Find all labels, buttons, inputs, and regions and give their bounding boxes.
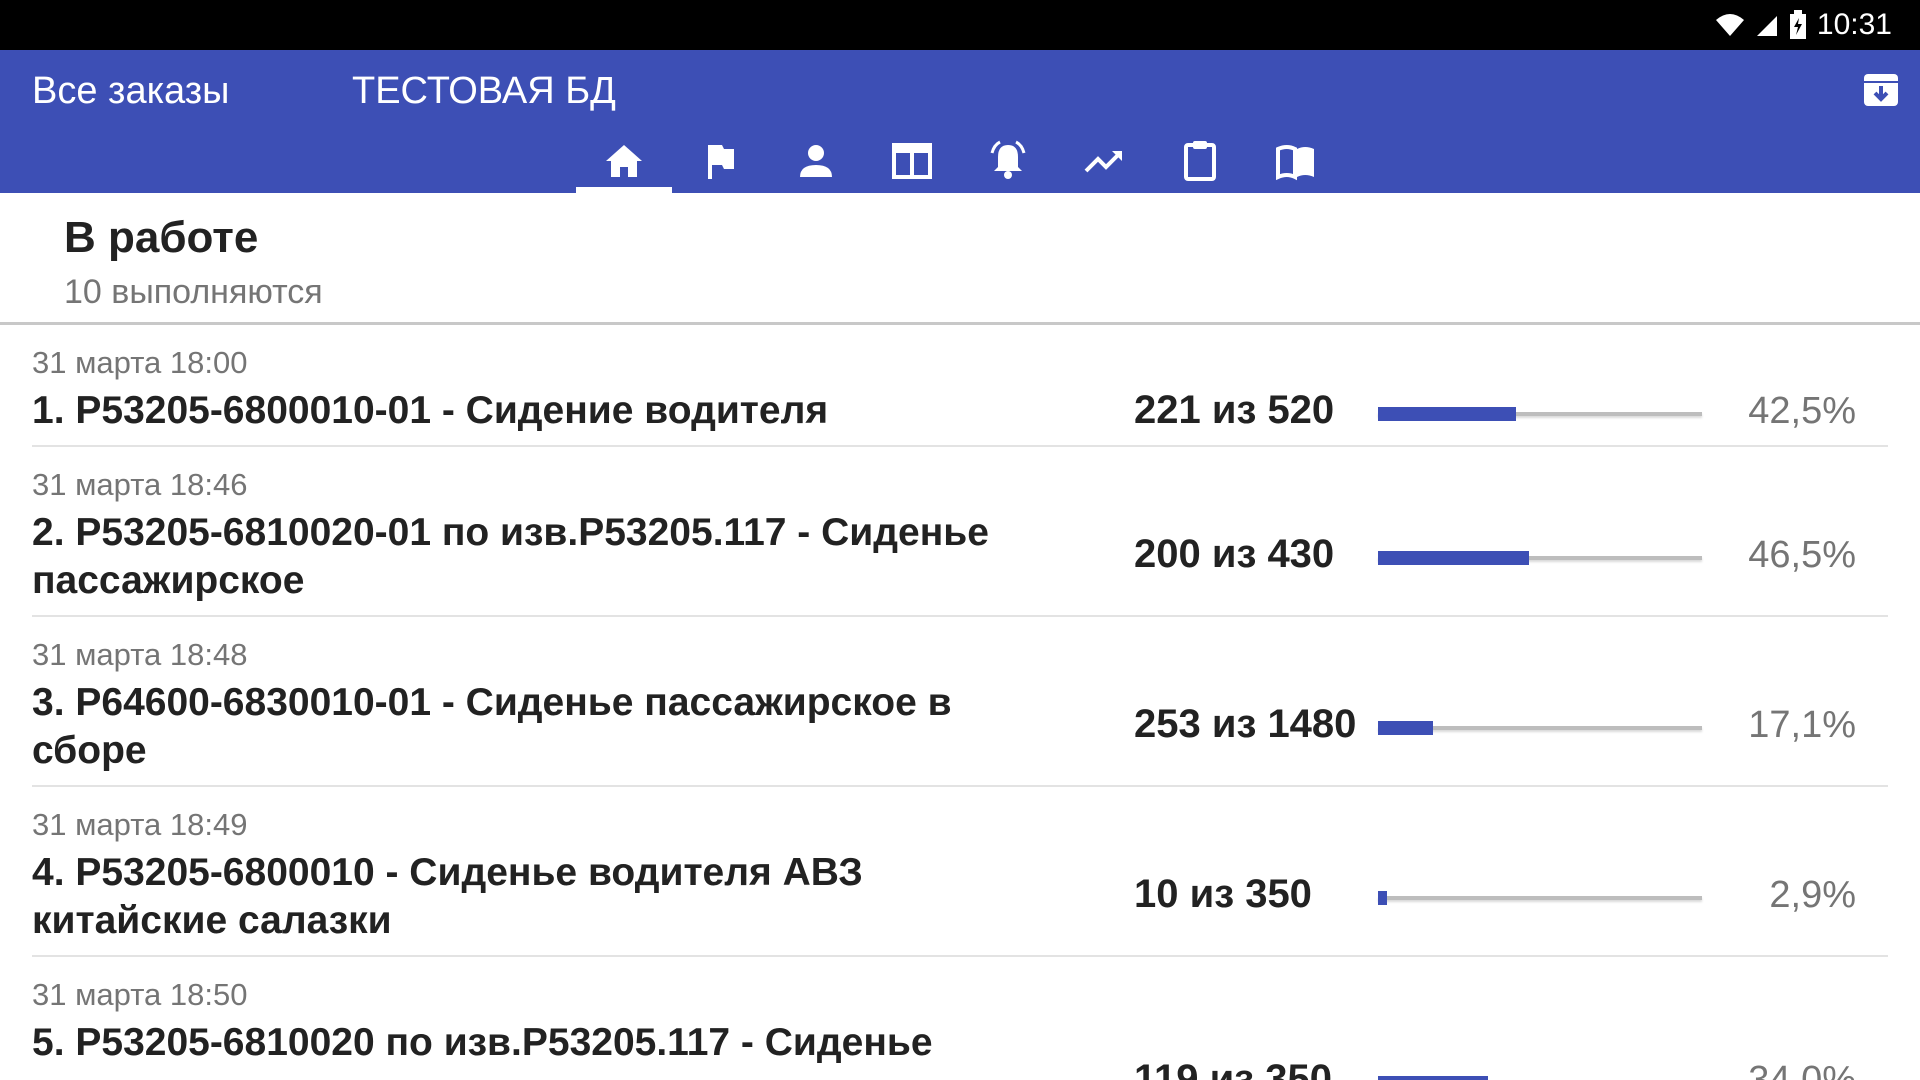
tab-clipboard[interactable]	[1152, 128, 1248, 193]
order-name: 4. Р53205-6800010 - Сиденье водителя АВЗ…	[32, 851, 863, 942]
tab-book[interactable]	[1248, 128, 1344, 193]
order-date: 31 марта 18:00	[32, 345, 248, 380]
progress-fill	[1378, 407, 1516, 421]
section-title: В работе	[64, 213, 259, 262]
order-quantity: 119 из 350	[1134, 1057, 1332, 1080]
progress-fill	[1378, 1076, 1489, 1080]
order-quantity: 200 из 430	[1134, 532, 1335, 576]
status-bar: 10:31	[0, 0, 1920, 50]
order-quantity: 221 из 520	[1134, 388, 1335, 432]
order-percent: 17,1%	[1748, 704, 1856, 746]
tab-bar	[576, 128, 1344, 193]
section-header: В работе 10 выполняются	[0, 193, 1920, 325]
flag-icon	[708, 144, 734, 179]
order-percent: 2,9%	[1769, 874, 1856, 916]
tab-trending[interactable]	[1056, 128, 1152, 193]
clock: 10:31	[1816, 8, 1892, 41]
order-name: 3. Р64600-6830010-01 - Сиденье пассажирс…	[32, 681, 952, 772]
database-name: ТЕСТОВАЯ БД	[352, 70, 616, 112]
order-row[interactable]: 31 марта 18:50 5. Р53205-6810020 по изв.…	[32, 957, 1888, 1080]
order-row[interactable]: 31 марта 18:48 3. Р64600-6830010-01 - Си…	[32, 617, 1888, 787]
progress-bar	[1378, 721, 1702, 735]
order-row[interactable]: 31 марта 18:46 2. Р53205-6810020-01 по и…	[32, 447, 1888, 617]
progress-bar	[1378, 407, 1702, 421]
progress-fill	[1378, 551, 1529, 565]
order-percent: 34,0%	[1748, 1059, 1856, 1080]
signal-icon	[1756, 16, 1777, 36]
order-name: 1. Р53205-6800010-01 - Сидение водителя	[32, 389, 829, 432]
tab-window[interactable]	[864, 128, 960, 193]
order-date: 31 марта 18:48	[32, 637, 248, 672]
order-percent: 46,5%	[1748, 534, 1856, 576]
home-icon	[606, 144, 642, 177]
progress-bar	[1378, 891, 1702, 905]
order-name: 5. Р53205-6810020 по изв.Р53205.117 - Си…	[32, 1021, 933, 1064]
section-subtitle: 10 выполняются	[64, 273, 323, 311]
order-date: 31 марта 18:46	[32, 467, 248, 502]
app-bar: Все заказы ТЕСТОВАЯ БД	[0, 50, 1920, 193]
orders-list[interactable]: 31 марта 18:00 1. Р53205-6800010-01 - Си…	[0, 325, 1920, 1080]
app-title[interactable]: Все заказы	[32, 70, 230, 113]
book-icon	[1276, 144, 1314, 180]
order-row[interactable]: 31 марта 18:00 1. Р53205-6800010-01 - Си…	[32, 325, 1888, 447]
tab-alarm[interactable]	[960, 128, 1056, 193]
tab-person[interactable]	[768, 128, 864, 193]
tab-flag[interactable]	[672, 128, 768, 193]
trending-up-icon	[1084, 150, 1122, 172]
alarm-icon	[990, 140, 1026, 179]
order-quantity: 253 из 1480	[1134, 702, 1357, 746]
window-icon	[892, 142, 932, 179]
order-quantity: 10 из 350	[1134, 872, 1312, 916]
order-percent: 42,5%	[1748, 390, 1856, 432]
wifi-icon	[1715, 14, 1744, 36]
archive-icon[interactable]	[1862, 70, 1900, 108]
tab-home[interactable]	[576, 128, 672, 193]
clipboard-icon	[1184, 140, 1216, 181]
battery-charging-icon	[1789, 10, 1806, 39]
order-date: 31 марта 18:50	[32, 977, 248, 1012]
progress-fill	[1378, 891, 1388, 905]
progress-fill	[1378, 721, 1434, 735]
person-icon	[800, 144, 832, 177]
order-row[interactable]: 31 марта 18:49 4. Р53205-6800010 - Сиден…	[32, 787, 1888, 957]
order-name: 2. Р53205-6810020-01 по изв.Р53205.117 -…	[32, 511, 989, 602]
order-date: 31 марта 18:49	[32, 807, 248, 842]
progress-bar	[1378, 551, 1702, 565]
